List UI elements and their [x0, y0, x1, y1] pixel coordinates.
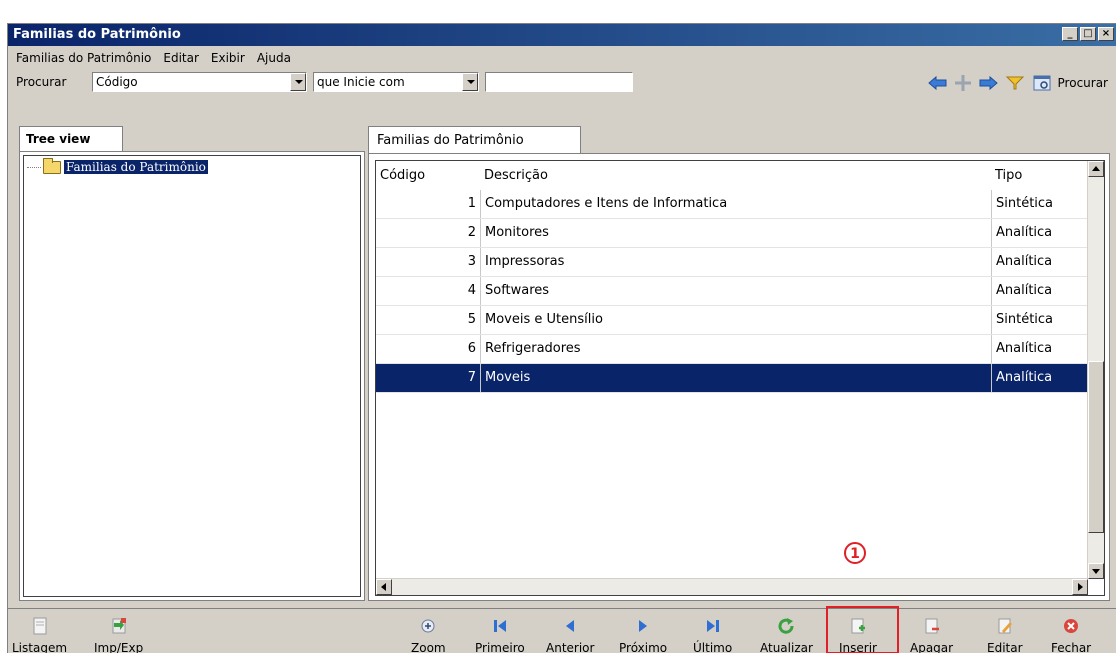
column-header-descricao[interactable]: Descrição: [480, 161, 991, 190]
tree-panel: Familias do Patrimônio: [19, 151, 365, 601]
title-bar: Familias do Patrimônio _ □ ×: [8, 24, 1116, 46]
cell-codigo: 3: [467, 254, 476, 269]
find-window-icon[interactable]: [1032, 74, 1052, 92]
scroll-right-button[interactable]: [1072, 579, 1088, 595]
vertical-scrollbar[interactable]: [1087, 161, 1104, 579]
menu-editar[interactable]: Editar: [157, 51, 205, 65]
anterior-button[interactable]: Anterior: [546, 617, 594, 653]
filter-icon[interactable]: [1004, 75, 1026, 91]
last-record-icon: [706, 620, 719, 632]
cell-descricao: Computadores e Itens de Informatica: [480, 190, 991, 218]
window-title: Familias do Patrimônio: [13, 27, 181, 42]
scroll-left-button[interactable]: [376, 579, 392, 595]
table-row[interactable]: 1 Computadores e Itens de Informatica Si…: [376, 190, 1088, 219]
cell-tipo: Analítica: [991, 219, 1088, 247]
tab-tree-view[interactable]: Tree view: [19, 126, 123, 152]
main-window: Familias do Patrimônio _ □ × Familias do…: [7, 23, 1116, 653]
cell-descricao: Impressoras: [480, 248, 991, 276]
apagar-button[interactable]: Apagar: [910, 617, 953, 653]
cell-descricao: Softwares: [480, 277, 991, 305]
grid-header: Código Descrição Tipo: [376, 161, 1088, 190]
bottom-toolbar: Listagem Imp/Exp Zoom Primeiro Anterior …: [8, 608, 1116, 653]
arrow-right-icon[interactable]: [978, 75, 998, 91]
search-bar: Procurar Código que Inicie com Procurar: [8, 71, 1116, 97]
delete-document-icon: [925, 618, 939, 634]
cell-codigo: 2: [467, 225, 476, 240]
table-row[interactable]: 3 Impressoras Analítica: [376, 248, 1088, 277]
move-cross-icon[interactable]: [954, 74, 972, 92]
horizontal-scrollbar[interactable]: [376, 578, 1088, 595]
search-mode-select[interactable]: que Inicie com: [313, 72, 479, 92]
close-window-button[interactable]: ×: [1098, 27, 1114, 41]
cell-codigo: 6: [467, 341, 476, 356]
refresh-icon: [778, 618, 794, 634]
impexp-button[interactable]: Imp/Exp: [94, 617, 143, 653]
procurar-button[interactable]: Procurar: [1058, 76, 1108, 90]
inserir-highlight-box: [826, 606, 899, 653]
edit-document-icon: [998, 618, 1012, 634]
data-grid: Código Descrição Tipo 1 Computadores e I…: [375, 160, 1105, 596]
cell-codigo: 7: [467, 370, 476, 385]
search-mode-value: que Inicie com: [317, 75, 405, 89]
document-icon: [33, 617, 47, 635]
proximo-button[interactable]: Próximo: [619, 617, 667, 653]
tree-node-root[interactable]: Familias do Patrimônio: [27, 157, 209, 175]
table-row[interactable]: 4 Softwares Analítica: [376, 277, 1088, 306]
cell-tipo: Analítica: [991, 277, 1088, 305]
tab-familias[interactable]: Familias do Patrimônio: [368, 126, 581, 154]
search-field-select[interactable]: Código: [92, 72, 307, 92]
ultimo-button[interactable]: Último: [693, 617, 732, 653]
search-label: Procurar: [16, 75, 67, 89]
previous-record-icon: [566, 620, 575, 632]
primeiro-button[interactable]: Primeiro: [475, 617, 525, 653]
step-callout: 1: [844, 542, 866, 564]
cell-tipo: Analítica: [991, 335, 1088, 363]
menu-familias[interactable]: Familias do Patrimônio: [10, 51, 157, 65]
first-record-icon: [493, 620, 506, 632]
menu-exibir[interactable]: Exibir: [205, 51, 251, 65]
cell-codigo: 5: [467, 312, 476, 327]
table-row[interactable]: 6 Refrigeradores Analítica: [376, 335, 1088, 364]
atualizar-button[interactable]: Atualizar: [760, 617, 813, 653]
column-header-tipo[interactable]: Tipo: [991, 161, 1088, 190]
cell-codigo: 4: [467, 283, 476, 298]
table-row[interactable]: 2 Monitores Analítica: [376, 219, 1088, 248]
close-icon: [1064, 619, 1079, 633]
zoom-button[interactable]: Zoom: [411, 617, 446, 653]
search-field-value: Código: [96, 75, 138, 89]
maximize-button[interactable]: □: [1080, 27, 1096, 41]
cell-tipo: Analítica: [991, 364, 1088, 392]
editar-button[interactable]: Editar: [987, 617, 1023, 653]
tree-node-label: Familias do Patrimônio: [63, 159, 209, 175]
fechar-button[interactable]: Fechar: [1051, 617, 1091, 653]
cell-descricao: Moveis e Utensílio: [480, 306, 991, 334]
menu-ajuda[interactable]: Ajuda: [251, 51, 297, 65]
grid-panel: Código Descrição Tipo 1 Computadores e I…: [368, 153, 1110, 601]
scroll-down-button[interactable]: [1088, 563, 1104, 579]
arrow-left-icon[interactable]: [927, 75, 948, 91]
search-text-input[interactable]: [485, 72, 633, 92]
cell-codigo: 1: [467, 196, 476, 211]
folder-icon: [43, 157, 61, 174]
menu-bar: Familias do Patrimônio Editar Exibir Aju…: [8, 48, 297, 68]
chevron-down-icon[interactable]: [290, 73, 306, 91]
cell-tipo: Sintética: [991, 306, 1088, 334]
cell-tipo: Analítica: [991, 248, 1088, 276]
next-record-icon: [639, 620, 648, 632]
cell-descricao: Monitores: [480, 219, 991, 247]
scroll-up-button[interactable]: [1088, 161, 1104, 177]
scroll-thumb[interactable]: [1088, 361, 1104, 533]
table-row-selected[interactable]: 7 Moveis Analítica: [376, 364, 1088, 393]
cell-descricao: Moveis: [480, 364, 991, 392]
zoom-icon: [421, 619, 435, 633]
cell-descricao: Refrigeradores: [480, 335, 991, 363]
listagem-button[interactable]: Listagem: [12, 617, 67, 653]
chevron-down-icon[interactable]: [462, 73, 478, 91]
column-header-codigo[interactable]: Código: [376, 161, 480, 190]
cell-tipo: Sintética: [991, 190, 1088, 218]
table-row[interactable]: 5 Moveis e Utensílio Sintética: [376, 306, 1088, 335]
minimize-button[interactable]: _: [1062, 27, 1078, 41]
import-export-icon: [112, 618, 126, 634]
